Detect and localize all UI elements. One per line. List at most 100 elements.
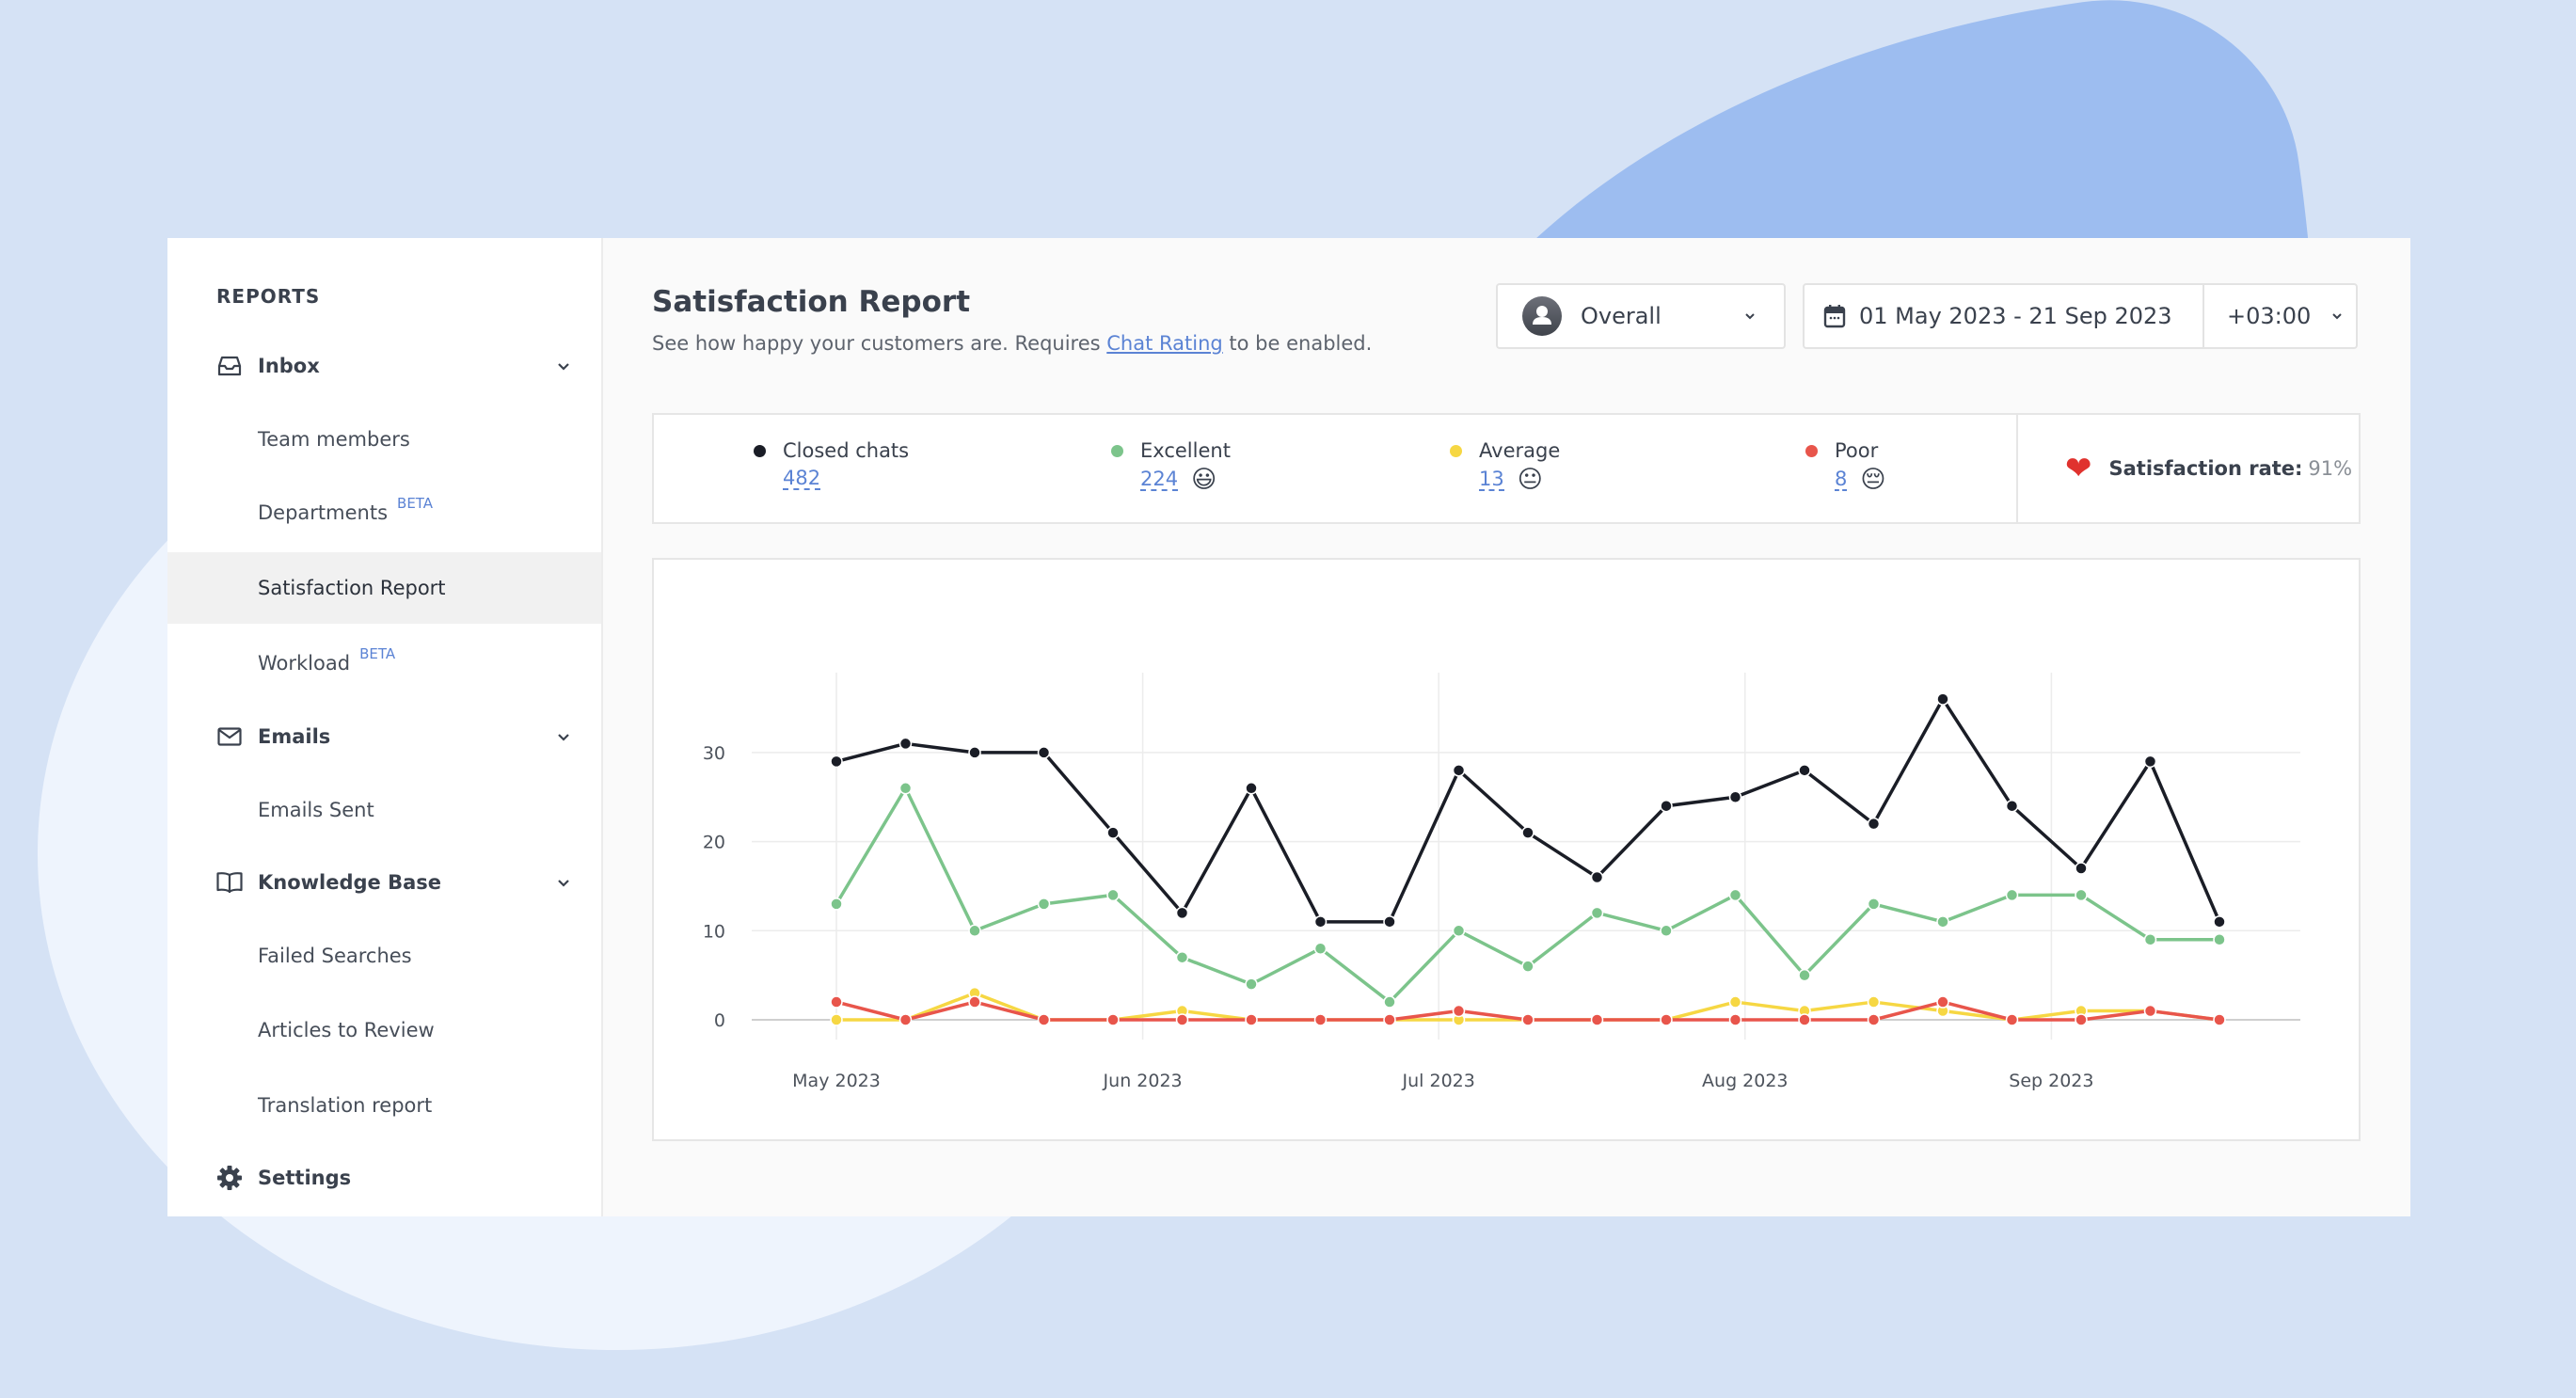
data-point-closed-chats [2213, 915, 2226, 929]
data-point-average [830, 1013, 843, 1026]
date-range-value: 01 May 2023 - 21 Sep 2023 [1859, 303, 2172, 329]
x-tick-label: Jun 2023 [1103, 1071, 1183, 1091]
data-point-poor [1660, 1013, 1673, 1026]
data-point-poor [2075, 1013, 2088, 1026]
sidebar-item-articles-to-review[interactable]: Articles to Review [167, 994, 601, 1066]
sidebar-title: REPORTS [216, 285, 321, 308]
y-tick-label: 10 [703, 921, 725, 942]
data-point-closed-chats [1590, 870, 1604, 884]
data-point-closed-chats [1798, 764, 1811, 777]
data-point-closed-chats [1106, 826, 1120, 839]
sidebar-item-satisfaction-report[interactable]: Satisfaction Report [167, 552, 601, 624]
x-tick-label: May 2023 [792, 1071, 881, 1091]
avatar-icon [1522, 296, 1562, 336]
date-range-control: 01 May 2023 - 21 Sep 2023 +03:00 [1803, 283, 2358, 349]
app-window: REPORTS Inbox Team members Departments B… [167, 238, 2410, 1216]
data-point-excellent [1245, 977, 1258, 991]
y-tick-label: 30 [703, 743, 725, 764]
subtitle-text: to be enabled. [1222, 332, 1373, 355]
data-point-closed-chats [1245, 782, 1258, 795]
y-tick-label: 20 [703, 833, 725, 853]
data-point-poor [1037, 1013, 1051, 1026]
calendar-icon [1823, 305, 1846, 328]
stat-label: Average [1479, 439, 1561, 462]
data-point-excellent [1452, 924, 1466, 938]
stat-average: Average 13 😐 [1450, 439, 1560, 492]
page-title: Satisfaction Report [652, 285, 971, 319]
satisfaction-label: Satisfaction rate: [2108, 457, 2303, 480]
main-content: Satisfaction Report See how happy your c… [603, 238, 2410, 1216]
chevron-down-icon[interactable] [554, 873, 573, 892]
x-tick-label: Aug 2023 [1702, 1071, 1789, 1091]
data-point-excellent [1521, 960, 1534, 973]
data-point-closed-chats [1867, 817, 1881, 831]
chart-card: May 2023 Jun 2023 Jul 2023 Aug 2023 Sep 2023… [652, 558, 2361, 1141]
neutral-face-icon: 😐 [1517, 466, 1543, 494]
stat-value-link[interactable]: 224 [1140, 469, 1179, 491]
timezone-select[interactable]: +03:00 [2204, 285, 2356, 347]
chevron-down-icon[interactable] [554, 727, 573, 746]
data-point-poor [2143, 1004, 2157, 1018]
data-point-excellent [2143, 933, 2157, 946]
gear-icon [216, 1165, 243, 1191]
stat-excellent: Excellent 224 😃 [1111, 439, 1231, 492]
stat-value-link[interactable]: 13 [1479, 469, 1504, 491]
timezone-value: +03:00 [2227, 303, 2312, 329]
data-point-closed-chats [1452, 764, 1466, 777]
legend-dot [1805, 444, 1818, 457]
sidebar-section-label: Settings [258, 1167, 352, 1189]
data-point-excellent [1728, 888, 1742, 902]
beta-badge: BETA [359, 645, 396, 662]
satisfaction-line-chart: May 2023 Jun 2023 Jul 2023 Aug 2023 Sep 2023… [703, 673, 2300, 1091]
chevron-down-icon [2332, 313, 2342, 320]
sidebar-item-translation-report[interactable]: Translation report [167, 1070, 601, 1141]
data-point-closed-chats [898, 737, 913, 751]
data-point-excellent [1936, 915, 1949, 929]
data-point-closed-chats [1660, 799, 1673, 813]
data-point-excellent [2075, 888, 2088, 902]
page-subtitle: See how happy your customers are. Requir… [652, 332, 1372, 355]
data-point-excellent [2005, 888, 2019, 902]
x-tick-label: Sep 2023 [2009, 1071, 2093, 1091]
stat-poor: Poor 8 😔 [1805, 439, 1885, 492]
agent-select[interactable]: Overall [1496, 283, 1786, 349]
sidebar-section-knowledge-base[interactable]: Knowledge Base [167, 847, 601, 918]
data-point-poor [1590, 1013, 1604, 1026]
data-point-excellent [1383, 995, 1396, 1009]
sidebar-section-settings[interactable]: Settings [167, 1142, 601, 1214]
data-point-excellent [1867, 898, 1881, 911]
beta-badge: BETA [397, 495, 434, 512]
data-point-average [1728, 995, 1742, 1009]
agent-select-value: Overall [1581, 303, 1662, 329]
stat-label: Poor [1835, 439, 1879, 462]
data-point-excellent [1106, 888, 1120, 902]
data-point-closed-chats [2075, 862, 2088, 875]
sidebar-item-label: Departments [258, 501, 389, 524]
data-point-closed-chats [1936, 692, 1949, 706]
stat-closed-chats: Closed chats 482 [754, 439, 909, 490]
data-point-excellent [1590, 906, 1604, 920]
heart-icon: ❤ [2065, 450, 2092, 487]
data-point-poor [1867, 1013, 1881, 1026]
sidebar-item-emails-sent[interactable]: Emails Sent [167, 774, 601, 846]
stat-value-link[interactable]: 482 [783, 468, 821, 490]
subtitle-text: See how happy your customers are. Requir… [652, 332, 1107, 355]
chat-rating-link[interactable]: Chat Rating [1106, 332, 1222, 355]
data-point-closed-chats [968, 746, 981, 759]
sidebar-section-inbox[interactable]: Inbox [167, 330, 601, 402]
chevron-down-icon[interactable] [554, 357, 573, 375]
data-point-excellent [2213, 933, 2226, 946]
data-point-excellent [1037, 898, 1051, 911]
date-range-picker[interactable]: 01 May 2023 - 21 Sep 2023 [1805, 285, 2204, 347]
stat-value-link[interactable]: 8 [1835, 469, 1848, 491]
sidebar-item-failed-searches[interactable]: Failed Searches [167, 920, 601, 992]
data-point-closed-chats [1728, 790, 1742, 803]
sidebar-item-team-members[interactable]: Team members [167, 404, 601, 475]
sidebar-item-departments[interactable]: Departments BETA [167, 477, 601, 548]
sidebar-item-workload[interactable]: Workload BETA [167, 628, 601, 699]
sidebar-section-emails[interactable]: Emails [167, 701, 601, 772]
data-point-poor [2005, 1013, 2019, 1026]
stat-label: Closed chats [783, 439, 910, 462]
data-point-poor [1313, 1013, 1328, 1026]
sidebar-section-label: Emails [258, 725, 331, 748]
